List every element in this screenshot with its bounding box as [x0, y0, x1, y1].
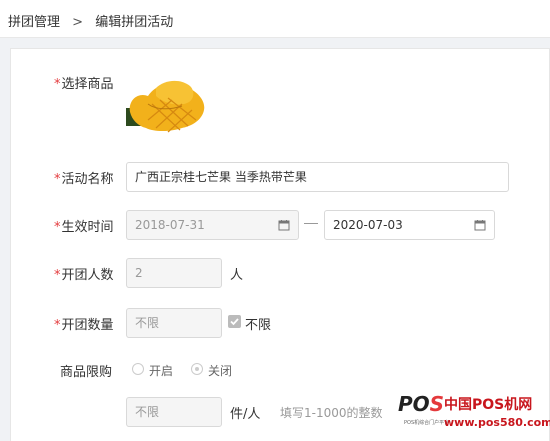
valid-time-label: *生效时间: [54, 220, 114, 235]
watermark-url: www.pos580.com: [444, 416, 550, 429]
watermark-logo: POS 中国POS机网 POS机综合门户平台 www.pos580.com: [398, 392, 550, 438]
breadcrumb-separator: >: [72, 15, 84, 30]
unlimited-checkbox-label[interactable]: 不限: [245, 314, 271, 333]
product-label: *选择商品: [54, 77, 114, 92]
edit-form-card: [10, 48, 550, 441]
check-icon: [230, 318, 239, 326]
breadcrumb: 拼团管理 > 编辑拼团活动: [8, 11, 173, 30]
required-mark: *: [54, 77, 61, 92]
top-bar: 拼团管理 > 编辑拼团活动: [0, 0, 550, 38]
group-size-input[interactable]: 2: [126, 258, 222, 288]
purchase-limit-hint: 填写1-1000的整数: [280, 406, 383, 420]
group-size-unit: 人: [230, 268, 244, 283]
group-count-label: *开团数量: [54, 318, 114, 333]
breadcrumb-parent-link[interactable]: 拼团管理: [8, 15, 60, 30]
watermark-title: 中国POS机网: [444, 397, 533, 413]
purchase-limit-option-off[interactable]: 关闭: [208, 362, 232, 379]
purchase-limit-input[interactable]: 不限: [126, 397, 222, 427]
breadcrumb-current: 编辑拼团活动: [95, 15, 174, 30]
purchase-limit-unit: 件/人: [230, 407, 261, 422]
unlimited-checkbox[interactable]: [228, 315, 241, 328]
product-image[interactable]: [126, 70, 208, 134]
group-count-input[interactable]: 不限: [126, 308, 222, 338]
calendar-icon[interactable]: [278, 219, 290, 231]
start-date-input[interactable]: 2018-07-31: [126, 210, 299, 240]
purchase-limit-radio-on[interactable]: [132, 363, 144, 375]
activity-name-input[interactable]: 广西正宗桂七芒果 当季热带芒果: [126, 162, 509, 192]
activity-name-label: *活动名称: [54, 172, 114, 187]
watermark-subtitle: POS机综合门户平台: [404, 420, 450, 426]
watermark-pos-logo: POS: [398, 392, 445, 416]
group-size-label: *开团人数: [54, 268, 114, 283]
purchase-limit-label: 商品限购: [60, 365, 113, 380]
date-range-separator: [304, 223, 318, 224]
calendar-icon[interactable]: [474, 219, 486, 231]
purchase-limit-radio-off[interactable]: [191, 363, 203, 375]
purchase-limit-option-on[interactable]: 开启: [149, 362, 173, 379]
end-date-input[interactable]: 2020-07-03: [324, 210, 495, 240]
